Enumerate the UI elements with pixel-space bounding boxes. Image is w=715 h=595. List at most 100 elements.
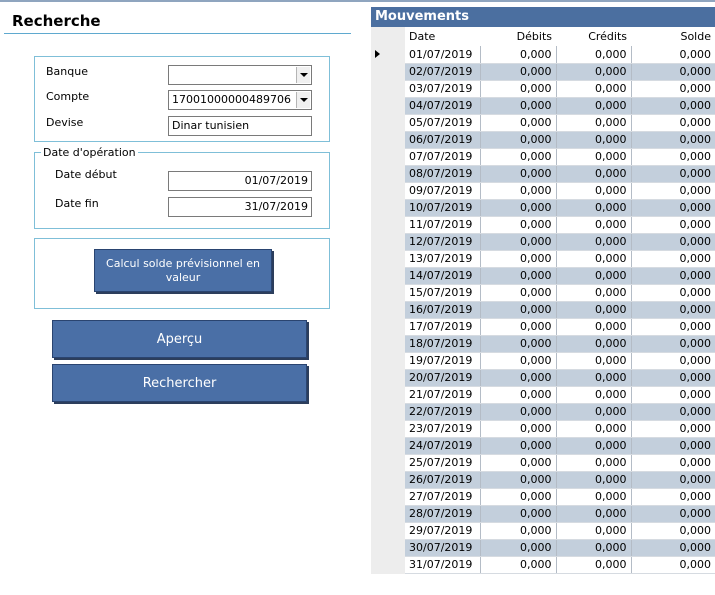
date-cell[interactable]: 06/07/2019 [405, 131, 481, 149]
date-cell[interactable]: 09/07/2019 [405, 182, 481, 200]
date-debut-input[interactable]: 01/07/2019 [168, 171, 312, 191]
row-selector[interactable] [371, 284, 405, 301]
solde-cell[interactable]: 0,000 [631, 335, 715, 353]
table-row[interactable]: 06/07/2019 0,000 0,000 0,000 [371, 131, 715, 149]
table-row[interactable]: 31/07/2019 0,000 0,000 0,000 [371, 556, 715, 574]
row-selector[interactable] [371, 131, 405, 148]
solde-cell[interactable]: 0,000 [631, 114, 715, 132]
credits-cell[interactable]: 0,000 [556, 420, 632, 438]
row-selector[interactable] [371, 267, 405, 284]
row-selector[interactable] [371, 216, 405, 233]
solde-cell[interactable]: 0,000 [631, 148, 715, 166]
date-cell[interactable]: 03/07/2019 [405, 80, 481, 98]
date-cell[interactable]: 31/07/2019 [405, 556, 481, 574]
row-selector[interactable] [371, 386, 405, 403]
row-selector[interactable] [371, 352, 405, 369]
credits-cell[interactable]: 0,000 [556, 182, 632, 200]
devise-field[interactable]: Dinar tunisien [168, 116, 312, 136]
row-selector[interactable] [371, 505, 405, 522]
table-row[interactable]: 26/07/2019 0,000 0,000 0,000 [371, 471, 715, 489]
date-cell[interactable]: 30/07/2019 [405, 539, 481, 557]
row-selector[interactable] [371, 488, 405, 505]
table-row[interactable]: 05/07/2019 0,000 0,000 0,000 [371, 114, 715, 132]
credits-cell[interactable]: 0,000 [556, 386, 632, 404]
credits-cell[interactable]: 0,000 [556, 267, 632, 285]
table-row[interactable]: 21/07/2019 0,000 0,000 0,000 [371, 386, 715, 404]
credits-cell[interactable]: 0,000 [556, 556, 632, 574]
solde-cell[interactable]: 0,000 [631, 352, 715, 370]
solde-cell[interactable]: 0,000 [631, 250, 715, 268]
credits-cell[interactable]: 0,000 [556, 301, 632, 319]
date-cell[interactable]: 12/07/2019 [405, 233, 481, 251]
debits-cell[interactable]: 0,000 [480, 165, 557, 183]
debits-cell[interactable]: 0,000 [480, 488, 557, 506]
solde-cell[interactable]: 0,000 [631, 386, 715, 404]
table-row[interactable]: 16/07/2019 0,000 0,000 0,000 [371, 301, 715, 319]
row-selector[interactable] [371, 233, 405, 250]
credits-cell[interactable]: 0,000 [556, 369, 632, 387]
solde-cell[interactable]: 0,000 [631, 505, 715, 523]
table-row[interactable]: 02/07/2019 0,000 0,000 0,000 [371, 63, 715, 81]
table-row[interactable]: 15/07/2019 0,000 0,000 0,000 [371, 284, 715, 302]
date-cell[interactable]: 27/07/2019 [405, 488, 481, 506]
debits-cell[interactable]: 0,000 [480, 301, 557, 319]
table-row[interactable]: 20/07/2019 0,000 0,000 0,000 [371, 369, 715, 387]
table-row[interactable]: 03/07/2019 0,000 0,000 0,000 [371, 80, 715, 98]
credits-cell[interactable]: 0,000 [556, 352, 632, 370]
debits-cell[interactable]: 0,000 [480, 182, 557, 200]
date-cell[interactable]: 05/07/2019 [405, 114, 481, 132]
credits-cell[interactable]: 0,000 [556, 233, 632, 251]
debits-cell[interactable]: 0,000 [480, 46, 557, 64]
credits-cell[interactable]: 0,000 [556, 216, 632, 234]
compte-select[interactable]: 17001000000489706 [168, 90, 312, 110]
debits-cell[interactable]: 0,000 [480, 437, 557, 455]
debits-cell[interactable]: 0,000 [480, 284, 557, 302]
credits-cell[interactable]: 0,000 [556, 403, 632, 421]
row-selector[interactable] [371, 301, 405, 318]
table-row[interactable]: 19/07/2019 0,000 0,000 0,000 [371, 352, 715, 370]
mouvements-grid[interactable]: Date Débits Crédits Solde 01/07/2019 0,00… [371, 27, 715, 574]
date-cell[interactable]: 01/07/2019 [405, 46, 481, 64]
date-cell[interactable]: 07/07/2019 [405, 148, 481, 166]
table-row[interactable]: 23/07/2019 0,000 0,000 0,000 [371, 420, 715, 438]
row-selector[interactable] [371, 437, 405, 454]
solde-cell[interactable]: 0,000 [631, 216, 715, 234]
solde-cell[interactable]: 0,000 [631, 403, 715, 421]
date-cell[interactable]: 28/07/2019 [405, 505, 481, 523]
row-selector[interactable] [371, 539, 405, 556]
date-cell[interactable]: 20/07/2019 [405, 369, 481, 387]
credits-cell[interactable]: 0,000 [556, 148, 632, 166]
date-cell[interactable]: 24/07/2019 [405, 437, 481, 455]
row-selector[interactable] [371, 250, 405, 267]
debits-cell[interactable]: 0,000 [480, 539, 557, 557]
date-cell[interactable]: 16/07/2019 [405, 301, 481, 319]
table-row[interactable]: 07/07/2019 0,000 0,000 0,000 [371, 148, 715, 166]
credits-cell[interactable]: 0,000 [556, 539, 632, 557]
row-selector[interactable] [371, 522, 405, 539]
row-selector[interactable] [371, 471, 405, 488]
solde-cell[interactable]: 0,000 [631, 165, 715, 183]
date-cell[interactable]: 13/07/2019 [405, 250, 481, 268]
credits-cell[interactable]: 0,000 [556, 505, 632, 523]
debits-cell[interactable]: 0,000 [480, 352, 557, 370]
credits-cell[interactable]: 0,000 [556, 46, 632, 64]
chevron-down-icon[interactable] [296, 92, 310, 108]
debits-cell[interactable]: 0,000 [480, 216, 557, 234]
table-row[interactable]: 30/07/2019 0,000 0,000 0,000 [371, 539, 715, 557]
row-selector[interactable] [371, 148, 405, 165]
debits-cell[interactable]: 0,000 [480, 233, 557, 251]
row-selector[interactable] [371, 114, 405, 131]
table-row[interactable]: 24/07/2019 0,000 0,000 0,000 [371, 437, 715, 455]
row-selector[interactable] [371, 97, 405, 114]
debits-cell[interactable]: 0,000 [480, 386, 557, 404]
debits-cell[interactable]: 0,000 [480, 114, 557, 132]
chevron-down-icon[interactable] [296, 67, 310, 83]
debits-cell[interactable]: 0,000 [480, 403, 557, 421]
solde-cell[interactable]: 0,000 [631, 46, 715, 64]
debits-cell[interactable]: 0,000 [480, 131, 557, 149]
credits-cell[interactable]: 0,000 [556, 199, 632, 217]
date-cell[interactable]: 10/07/2019 [405, 199, 481, 217]
table-row[interactable]: 01/07/2019 0,000 0,000 0,000 [371, 46, 715, 64]
row-selector[interactable] [371, 165, 405, 182]
row-selector[interactable] [371, 335, 405, 352]
